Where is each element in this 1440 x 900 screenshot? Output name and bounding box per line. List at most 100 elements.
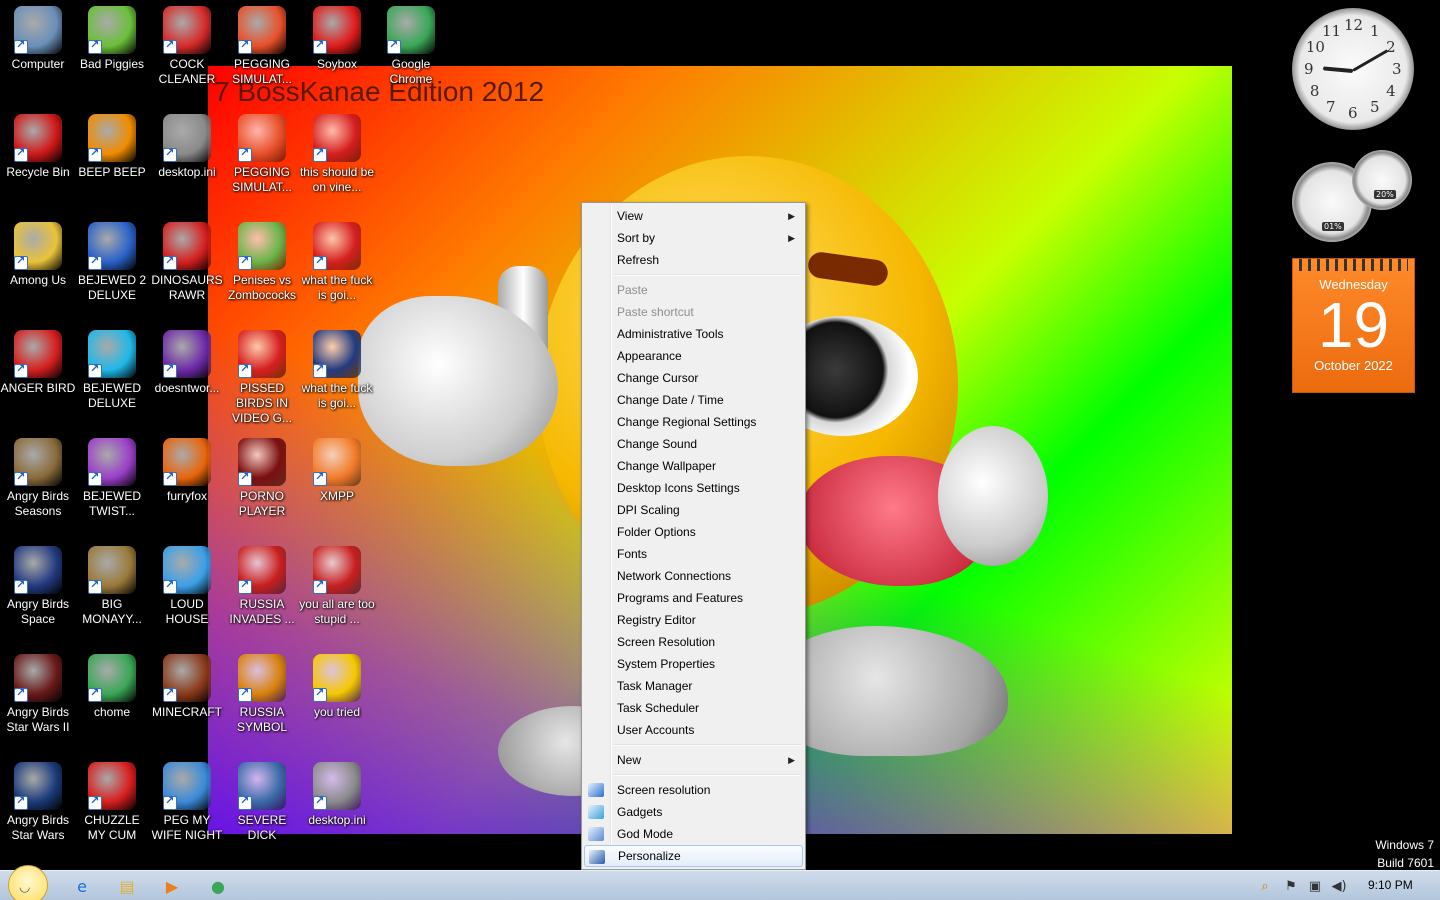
desktop-icon[interactable]: RUSSIA INVADES ... [224,546,300,627]
media-player-icon[interactable]: ▶ [160,875,184,897]
desktop-icon[interactable]: MINECRAFT [149,654,225,720]
menu-item-dpi-scaling[interactable]: DPI Scaling [584,499,803,521]
desktop-icon[interactable]: RUSSIA SYMBOL [224,654,300,735]
calendar-gadget[interactable]: Wednesday 19 October 2022 [1292,258,1415,393]
desktop-icon[interactable]: Computer [0,6,76,72]
menu-item-user-accounts[interactable]: User Accounts [584,719,803,741]
menu-item-label: Change Wallpaper [617,459,716,473]
menu-item-change-wallpaper[interactable]: Change Wallpaper [584,455,803,477]
explorer-icon[interactable]: ▤ [115,875,139,897]
taskbar-clock[interactable]: 9:10 PM [1368,878,1413,892]
desktop-icon[interactable]: PISSED BIRDS IN VIDEO G... [224,330,300,426]
desktop-icon-label: Soybox [316,57,358,71]
desktop-icon[interactable]: desktop.ini [149,114,225,180]
desktop-icon[interactable]: furryfox [149,438,225,504]
menu-item-change-sound[interactable]: Change Sound [584,433,803,455]
network-icon[interactable]: ▣ [1306,877,1324,895]
desktop-icon[interactable]: BEJEWED DELUXE [74,330,150,411]
desktop-icon[interactable]: desktop.ini [299,762,375,828]
desktop-icon[interactable]: Soybox [299,6,375,72]
desktop-icon[interactable]: PEGGING SIMULAT... [224,114,300,195]
chrome-icon[interactable]: ● [206,875,230,897]
menu-item-programs-and-features[interactable]: Programs and Features [584,587,803,609]
menu-item-change-date-time[interactable]: Change Date / Time [584,389,803,411]
desktop-icon[interactable]: this should be on vine... [299,114,375,195]
desktop-icon[interactable]: Recycle Bin [0,114,76,180]
menu-item-task-scheduler[interactable]: Task Scheduler [584,697,803,719]
angry-bird-icon [163,222,211,270]
menu-item-screen-resolution[interactable]: Screen resolution [584,779,803,801]
ram-dial [1352,150,1412,210]
menu-item-appearance[interactable]: Appearance [584,345,803,367]
cpu-meter-gadget[interactable]: 01% 20% [1290,150,1416,242]
menu-item-paste-shortcut: Paste shortcut [584,301,803,323]
desktop-icon[interactable]: BEEP BEEP [74,114,150,180]
menu-item-task-manager[interactable]: Task Manager [584,675,803,697]
desktop-icon[interactable]: you all are too stupid ... [299,546,375,627]
desktop-icon[interactable]: PEGGING SIMULAT... [224,6,300,87]
star-icon [313,654,361,702]
shortcut-arrow-icon [313,38,327,54]
desktop-icon[interactable]: Angry Birds Star Wars [0,762,76,843]
desktop-icon[interactable]: COCK CLEANER [149,6,225,87]
volume-icon[interactable]: ◀) [1330,877,1348,895]
sd-gear-icon [238,762,286,810]
menu-item-system-properties[interactable]: System Properties [584,653,803,675]
menu-item-sort-by[interactable]: Sort by ▶ [584,227,803,249]
clock-number: 5 [1370,98,1380,117]
desktop-icon[interactable]: CHUZZLE MY CUM [74,762,150,843]
desktop-icon[interactable]: you tried [299,654,375,720]
desktop-icon[interactable]: what the fuck is goi... [299,330,375,411]
menu-item-registry-editor[interactable]: Registry Editor [584,609,803,631]
menu-item-fonts[interactable]: Fonts [584,543,803,565]
desktop-icon-label: PEGGING SIMULAT... [232,165,292,194]
menu-item-desktop-icons-settings[interactable]: Desktop Icons Settings [584,477,803,499]
menu-item-new[interactable]: New ▶ [584,749,803,771]
desktop-icon[interactable]: SEVERE DICK [224,762,300,843]
menu-item-personalize[interactable]: Personalize [584,845,803,867]
ccleaner-icon [163,6,211,54]
menu-item-label: Appearance [617,349,682,363]
desktop-icon[interactable]: Bad Piggies [74,6,150,72]
shortcut-arrow-icon [88,362,102,378]
desktop-icon[interactable]: PORNO PLAYER [224,438,300,519]
desktop-icon[interactable]: Penises vs Zombococks [224,222,300,303]
menu-item-administrative-tools[interactable]: Administrative Tools [584,323,803,345]
ie-icon[interactable]: e [70,875,94,897]
menu-item-change-cursor[interactable]: Change Cursor [584,367,803,389]
desktop-icon[interactable]: XMPP [299,438,375,504]
desktop-icon[interactable]: LOUD HOUSE [149,546,225,627]
desktop-icon[interactable]: Angry Birds Star Wars II [0,654,76,735]
desktop-icon[interactable]: chome [74,654,150,720]
desktop-icon[interactable]: Angry Birds Seasons [0,438,76,519]
menu-item-view[interactable]: View ▶ [584,205,803,227]
menu-item-label: Refresh [617,253,660,267]
desktop-icon[interactable]: Google Chrome [373,6,449,87]
start-button[interactable]: ◡ [8,865,48,900]
menu-item-gadgets[interactable]: Gadgets [584,801,803,823]
desktop-icon[interactable]: ANGER BIRD [0,330,76,396]
menu-item-change-regional-settings[interactable]: Change Regional Settings [584,411,803,433]
menu-item-network-connections[interactable]: Network Connections [584,565,803,587]
shortcut-arrow-icon [14,686,28,702]
clock-gadget[interactable]: 12 1 2 3 4 5 6 7 8 9 10 11 [1292,8,1414,130]
desktop-icon[interactable]: DINOSAURS RAWR [149,222,225,303]
desktop-icon[interactable]: PEG MY WIFE NIGHT [149,762,225,843]
desktop-icon[interactable]: Among Us [0,222,76,288]
taskbar: ◡ e ▤ ▶ ● ⌕ ⚑ ▣ ◀) 9:10 PM [0,865,1440,900]
desktop-icon[interactable]: Angry Birds Space [0,546,76,627]
menu-item-refresh[interactable]: Refresh [584,249,803,271]
menu-item-god-mode[interactable]: God Mode [584,823,803,845]
action-center-flag-icon[interactable]: ⚑ [1282,877,1300,895]
desktop-icon[interactable]: BEJEWED 2 DELUXE [74,222,150,303]
shortcut-arrow-icon [163,362,177,378]
search-icon[interactable]: ⌕ [1256,877,1274,895]
shortcut-arrow-icon [88,578,102,594]
menu-item-folder-options[interactable]: Folder Options [584,521,803,543]
desktop-icon[interactable]: BIG MONAYY... [74,546,150,627]
desktop-icon[interactable]: BEJEWED TWIST... [74,438,150,519]
desktop-icon[interactable]: doesntwor... [149,330,225,396]
desktop-icon[interactable]: what the fuck is goi... [299,222,375,303]
menu-item-screen-resolution[interactable]: Screen Resolution [584,631,803,653]
clock-number: 3 [1392,60,1402,78]
